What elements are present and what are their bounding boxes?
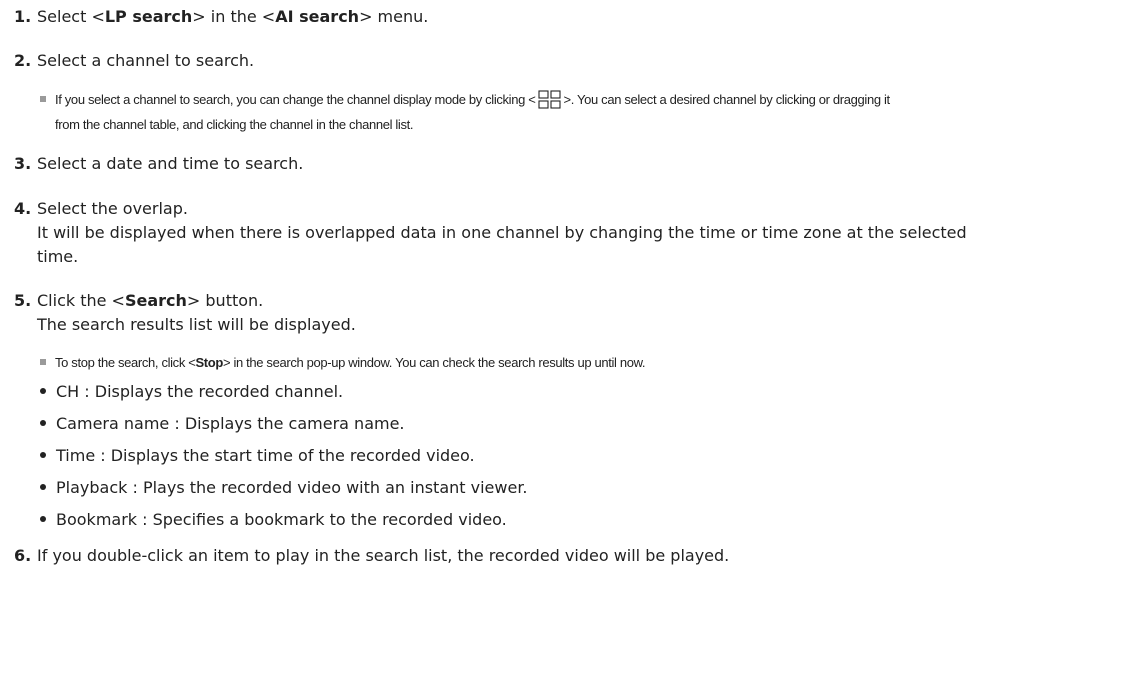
step-text: > menu. xyxy=(359,7,429,26)
step-text: Select < xyxy=(37,7,105,26)
step-number: 1. xyxy=(14,7,32,26)
step-4: 4. Select the overlap. xyxy=(14,197,188,221)
note-text: To stop the search, click < xyxy=(55,355,196,370)
list-item-text: CH : Displays the recorded channel. xyxy=(56,382,344,401)
list-item: Bookmark : Specifies a bookmark to the r… xyxy=(40,508,507,532)
list-item: CH : Displays the recorded channel. xyxy=(40,380,343,404)
menu-name: AI search xyxy=(275,7,360,26)
note-text: >. You can select a desired channel by c… xyxy=(563,92,891,107)
step-3: 3. Select a date and time to search. xyxy=(14,152,303,176)
step-number: 4. xyxy=(14,199,32,218)
bullet-dot-icon xyxy=(40,452,46,458)
step-5: 5. Click the <Search> button. xyxy=(14,289,263,313)
bullet-dot-icon xyxy=(40,516,46,522)
step-4-description-line1: It will be displayed when there is overl… xyxy=(37,223,967,242)
step-6: 6. If you double-click an item to play in… xyxy=(14,544,729,568)
note-marker-icon xyxy=(40,96,46,102)
bullet-dot-icon xyxy=(40,420,46,426)
step-number: 2. xyxy=(14,51,32,70)
bullet-dot-icon xyxy=(40,484,46,490)
note-text: > in the search pop-up window. You can c… xyxy=(222,355,646,370)
bullet-dot-icon xyxy=(40,388,46,394)
step-text: If you double-click an item to play in t… xyxy=(37,546,730,565)
manual-page: 1. Select <LP search> in the <AI search> … xyxy=(0,0,1131,673)
step-text: Select the overlap. xyxy=(37,199,188,218)
step-number: 5. xyxy=(14,291,32,310)
list-item-text: Camera name : Displays the camera name. xyxy=(56,414,405,433)
step-number: 6. xyxy=(14,546,32,565)
step-number: 3. xyxy=(14,154,32,173)
list-item-text: Playback : Plays the recorded video with… xyxy=(56,478,528,497)
note-stop-search: To stop the search, click <Stop> in the … xyxy=(40,350,646,375)
note-text: If you select a channel to search, you c… xyxy=(55,92,536,107)
step-5-description: The search results list will be displaye… xyxy=(37,315,356,334)
step-4-description-line2: time. xyxy=(37,247,79,266)
list-item: Playback : Plays the recorded video with… xyxy=(40,476,528,500)
menu-item-name: LP search xyxy=(104,7,193,26)
step-text: Click the < xyxy=(37,291,125,310)
step-text: Select a channel to search. xyxy=(37,51,255,70)
list-item-text: Bookmark : Specifies a bookmark to the r… xyxy=(56,510,507,529)
step-text: Select a date and time to search. xyxy=(37,154,304,173)
note-text: from the channel table, and clicking the… xyxy=(55,117,414,132)
list-item-text: Time : Displays the start time of the re… xyxy=(56,446,475,465)
button-name: Search xyxy=(124,291,187,310)
step-text: > button. xyxy=(186,291,264,310)
list-item: Time : Displays the start time of the re… xyxy=(40,444,475,468)
note-marker-icon xyxy=(40,359,46,365)
button-name: Stop xyxy=(195,355,223,370)
list-item: Camera name : Displays the camera name. xyxy=(40,412,405,436)
grid-icon xyxy=(537,89,563,117)
step-2: 2. Select a channel to search. xyxy=(14,49,254,73)
step-1: 1. Select <LP search> in the <AI search> … xyxy=(14,5,428,29)
step-text: > in the < xyxy=(192,7,276,26)
note-channel-select-line2: from the channel table, and clicking the… xyxy=(55,112,414,137)
